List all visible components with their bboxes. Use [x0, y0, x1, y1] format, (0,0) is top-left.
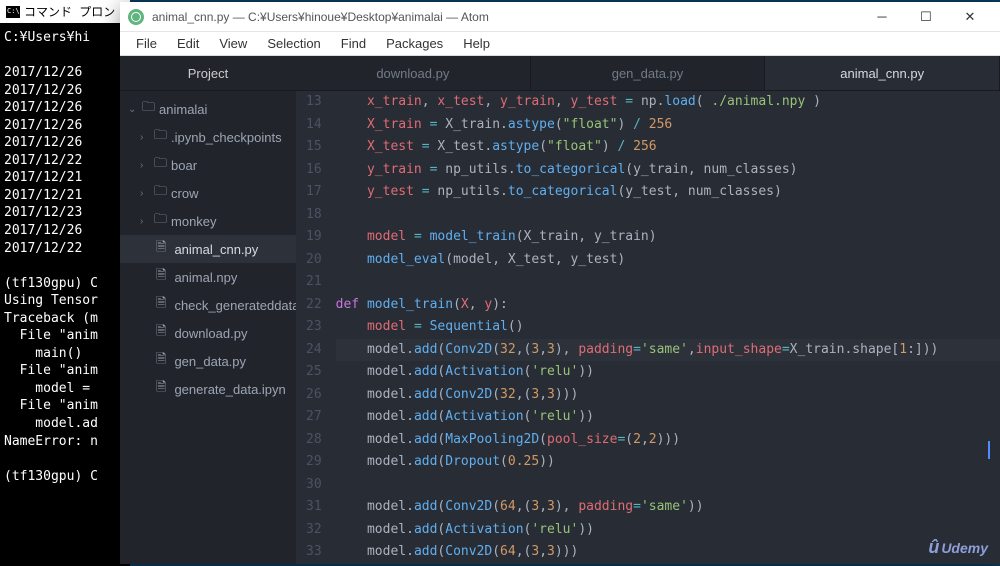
cmd-icon [6, 6, 20, 18]
tree-root[interactable]: ⌄🗀 animalai [120, 95, 296, 123]
maximize-button[interactable]: ☐ [904, 3, 948, 31]
editor-area: download.pygen_data.pyanimal_cnn.py 1314… [296, 56, 1000, 564]
tab-download-py[interactable]: download.py [296, 56, 531, 90]
menu-edit[interactable]: Edit [169, 34, 207, 53]
file-tree[interactable]: ⌄🗀 animalai›🗀 .ipynb_checkpoints›🗀 boar›… [120, 91, 296, 407]
menu-find[interactable]: Find [333, 34, 374, 53]
cmd-titlebar[interactable]: コマンド プロン [0, 0, 130, 23]
sidebar-header: Project [120, 56, 296, 91]
tree-file-animal.npy[interactable]: 🗎animal.npy [120, 263, 296, 291]
udemy-logo-icon: û [928, 537, 939, 558]
tree-folder-.ipynb_checkpoints[interactable]: ›🗀 .ipynb_checkpoints [120, 123, 296, 151]
command-prompt-window: コマンド プロン C:¥Users¥hi 2017/12/26 2017/12/… [0, 0, 130, 566]
tab-gen_data-py[interactable]: gen_data.py [531, 56, 766, 90]
tree-folder-boar[interactable]: ›🗀 boar [120, 151, 296, 179]
tree-file-gen_data.py[interactable]: 🗎gen_data.py [120, 347, 296, 375]
tree-folder-crow[interactable]: ›🗀 crow [120, 179, 296, 207]
tree-folder-monkey[interactable]: ›🗀 monkey [120, 207, 296, 235]
text-cursor-icon [988, 441, 990, 459]
cmd-output: C:¥Users¥hi 2017/12/26 2017/12/26 2017/1… [0, 23, 130, 491]
tree-file-check_generateddata[interactable]: 🗎check_generateddata [120, 291, 296, 319]
menu-file[interactable]: File [128, 34, 165, 53]
menu-selection[interactable]: Selection [259, 34, 328, 53]
window-controls: ─ ☐ ✕ [860, 3, 992, 31]
menubar: FileEditViewSelection FindPackagesHelp [120, 32, 1000, 56]
project-sidebar[interactable]: Project ⌄🗀 animalai›🗀 .ipynb_checkpoints… [120, 56, 296, 564]
udemy-watermark: ûUdemy [928, 537, 988, 558]
tab-animal_cnn-py[interactable]: animal_cnn.py [765, 56, 1000, 90]
menu-view[interactable]: View [211, 34, 255, 53]
line-gutter: 1314151617181920212223242526272829303132… [296, 91, 336, 564]
cmd-title-text: コマンド プロン [24, 3, 115, 20]
titlebar[interactable]: animal_cnn.py — C:¥Users¥hinoue¥Desktop¥… [120, 2, 1000, 32]
atom-app-icon [128, 9, 144, 25]
tab-bar: download.pygen_data.pyanimal_cnn.py [296, 56, 1000, 91]
menu-help[interactable]: Help [455, 34, 498, 53]
close-button[interactable]: ✕ [948, 3, 992, 31]
tree-file-generate_data.ipyn[interactable]: 🗎generate_data.ipyn [120, 375, 296, 403]
menu-packages[interactable]: Packages [378, 34, 451, 53]
atom-window: animal_cnn.py — C:¥Users¥hinoue¥Desktop¥… [120, 2, 1000, 564]
minimize-button[interactable]: ─ [860, 3, 904, 31]
code-content[interactable]: x_train, x_test, y_train, y_test = np.lo… [336, 91, 1000, 564]
tree-file-animal_cnn.py[interactable]: 🗎animal_cnn.py [120, 235, 296, 263]
code-editor[interactable]: 1314151617181920212223242526272829303132… [296, 91, 1000, 564]
window-title: animal_cnn.py — C:¥Users¥hinoue¥Desktop¥… [152, 10, 489, 24]
tree-file-download.py[interactable]: 🗎download.py [120, 319, 296, 347]
